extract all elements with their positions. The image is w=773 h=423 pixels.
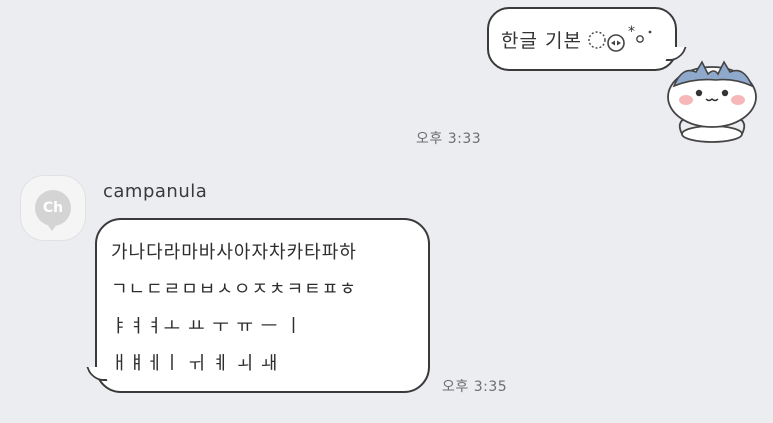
chat-room: 한글 기본 * 오후 3:33 Ch campanula 가나다라마바사아자차카… [0,0,773,423]
hachiware-sticker-icon[interactable] [664,52,764,147]
incoming-message-bubble[interactable]: 가나다라마바사아자차카타파하 ㄱㄴㄷㄹㅁㅂㅅㅇㅈㅊㅋㅌㅍㅎ ㅑㅕㅕㅗ ㅛ ㅜ ㅠ… [86,218,430,393]
kaomoji-star: * [628,24,635,40]
message-line: ㄱㄴㄷㄹㅁㅂㅅㅇㅈㅊㅋㅌㅍㅎ [111,279,357,300]
outgoing-timestamp: 오후 3:33 [416,131,482,147]
kaomoji-emoticon: * [588,22,666,56]
outgoing-message-text: 한글 기본 [501,29,582,52]
kaomoji-icon: * [588,24,652,52]
message-line: ㅑㅕㅕㅗ ㅛ ㅜ ㅠ ㅡ ㅣ [111,316,303,337]
incoming-timestamp: 오후 3:35 [442,379,508,395]
outgoing-message-bubble[interactable]: 한글 기본 * [487,7,687,71]
message-line: 가나다라마바사아자차카타파하 [111,242,357,263]
bubble-tail [86,367,108,381]
sender-avatar[interactable]: Ch [20,175,86,241]
chat-bubble-icon: Ch [35,190,71,231]
message-line: ㅐㅒㅔㅣ ㅟ ㅖ ㅚ ㅙ [111,353,279,374]
sender-name[interactable]: campanula [103,181,207,202]
